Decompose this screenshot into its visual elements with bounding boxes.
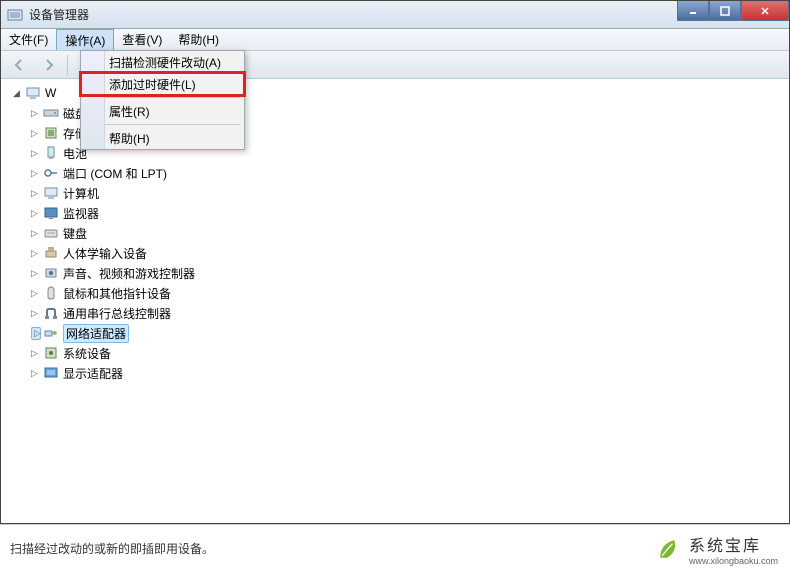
tree-node[interactable]: ▷通用串行总线控制器: [31, 303, 789, 323]
device-icon: [43, 145, 59, 161]
device-icon: [43, 125, 59, 141]
tree-node[interactable]: ▷系统设备: [31, 343, 789, 363]
tree-node[interactable]: ▷键盘: [31, 223, 789, 243]
menuitem-add-legacy-hardware[interactable]: 添加过时硬件(L): [81, 73, 244, 95]
menu-file[interactable]: 文件(F): [1, 29, 56, 50]
menu-separator: [85, 97, 240, 98]
tree-node-label: 鼠标和其他指针设备: [63, 285, 171, 302]
devmgr-icon: [7, 7, 23, 23]
tree-node[interactable]: ▷网络适配器: [31, 323, 789, 343]
window-title: 设备管理器: [29, 6, 89, 23]
tree-root-label: W: [45, 86, 56, 100]
toolbar-separator: [67, 55, 68, 75]
minimize-button[interactable]: [677, 1, 709, 21]
tree-node-label: 通用串行总线控制器: [63, 305, 171, 322]
tree-node-label: 计算机: [63, 185, 99, 202]
device-icon: [43, 325, 59, 341]
device-icon: [43, 305, 59, 321]
device-icon: [43, 205, 59, 221]
menu-view[interactable]: 查看(V): [114, 29, 170, 50]
menuitem-scan-hardware[interactable]: 扫描检测硬件改动(A): [81, 51, 244, 73]
tree-node[interactable]: ▷监视器: [31, 203, 789, 223]
leaf-icon: [655, 535, 683, 563]
tree-node[interactable]: ▷人体学输入设备: [31, 243, 789, 263]
tree-node[interactable]: ▷计算机: [31, 183, 789, 203]
forward-button[interactable]: [35, 54, 63, 76]
menubar: 文件(F) 操作(A) 查看(V) 帮助(H): [1, 29, 789, 51]
tree-node-label: 监视器: [63, 205, 99, 222]
tree-node[interactable]: ▷端口 (COM 和 LPT): [31, 163, 789, 183]
maximize-button[interactable]: [709, 1, 741, 21]
tree-node-label: 端口 (COM 和 LPT): [63, 165, 167, 182]
device-icon: [43, 365, 59, 381]
tree-node-label: 人体学输入设备: [63, 245, 147, 262]
device-icon: [43, 105, 59, 121]
menu-separator: [85, 124, 240, 125]
menuitem-help[interactable]: 帮助(H): [81, 127, 244, 149]
device-icon: [43, 185, 59, 201]
watermark-name: 系统宝库: [689, 532, 778, 556]
close-button[interactable]: [741, 1, 789, 21]
tree-node-label: 键盘: [63, 225, 87, 242]
statusbar: 扫描经过改动的或新的即插即用设备。 系统宝库 www.xilongbaoku.c…: [0, 524, 790, 572]
device-icon: [43, 165, 59, 181]
status-text: 扫描经过改动的或新的即插即用设备。: [10, 540, 214, 557]
device-icon: [43, 225, 59, 241]
device-icon: [43, 265, 59, 281]
menu-action[interactable]: 操作(A): [56, 29, 114, 50]
watermark: 系统宝库 www.xilongbaoku.com: [655, 532, 778, 566]
tree-node-label: 系统设备: [63, 345, 111, 362]
menuitem-properties[interactable]: 属性(R): [81, 100, 244, 122]
watermark-url: www.xilongbaoku.com: [689, 556, 778, 566]
menu-help[interactable]: 帮助(H): [170, 29, 227, 50]
action-dropdown: 扫描检测硬件改动(A) 添加过时硬件(L) 属性(R) 帮助(H): [80, 50, 245, 150]
tree-node-label: 网络适配器: [63, 324, 129, 343]
tree-node-label: 声音、视频和游戏控制器: [63, 265, 195, 282]
device-icon: [43, 245, 59, 261]
tree-node[interactable]: ▷鼠标和其他指针设备: [31, 283, 789, 303]
titlebar: 设备管理器: [1, 1, 789, 29]
computer-icon: [25, 85, 41, 101]
tree-node[interactable]: ▷声音、视频和游戏控制器: [31, 263, 789, 283]
back-button[interactable]: [5, 54, 33, 76]
tree-node[interactable]: ▷显示适配器: [31, 363, 789, 383]
device-icon: [43, 345, 59, 361]
tree-node-label: 显示适配器: [63, 365, 123, 382]
device-icon: [43, 285, 59, 301]
